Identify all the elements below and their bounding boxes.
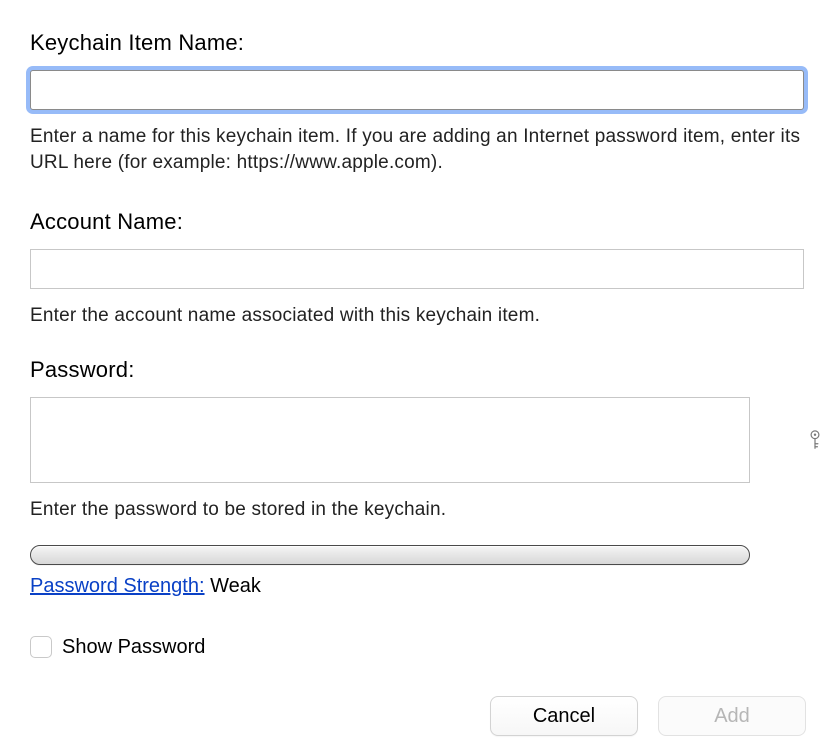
- account-name-help: Enter the account name associated with t…: [30, 303, 806, 329]
- password-help: Enter the password to be stored in the k…: [30, 497, 806, 523]
- keychain-item-name-label: Keychain Item Name:: [30, 30, 806, 56]
- password-input[interactable]: [30, 397, 750, 483]
- account-name-label: Account Name:: [30, 209, 806, 235]
- password-strength-meter: [30, 545, 750, 565]
- show-password-label: Show Password: [62, 636, 205, 659]
- keychain-item-name-input[interactable]: [30, 70, 804, 110]
- password-label: Password:: [30, 357, 806, 383]
- add-button[interactable]: Add: [658, 696, 806, 736]
- key-icon[interactable]: [804, 427, 826, 453]
- password-strength-value: Weak: [210, 575, 261, 597]
- cancel-button[interactable]: Cancel: [490, 696, 638, 736]
- show-password-checkbox[interactable]: [30, 636, 52, 658]
- keychain-item-name-help: Enter a name for this keychain item. If …: [30, 124, 806, 175]
- account-name-input[interactable]: [30, 249, 804, 289]
- password-strength-link[interactable]: Password Strength:: [30, 575, 205, 597]
